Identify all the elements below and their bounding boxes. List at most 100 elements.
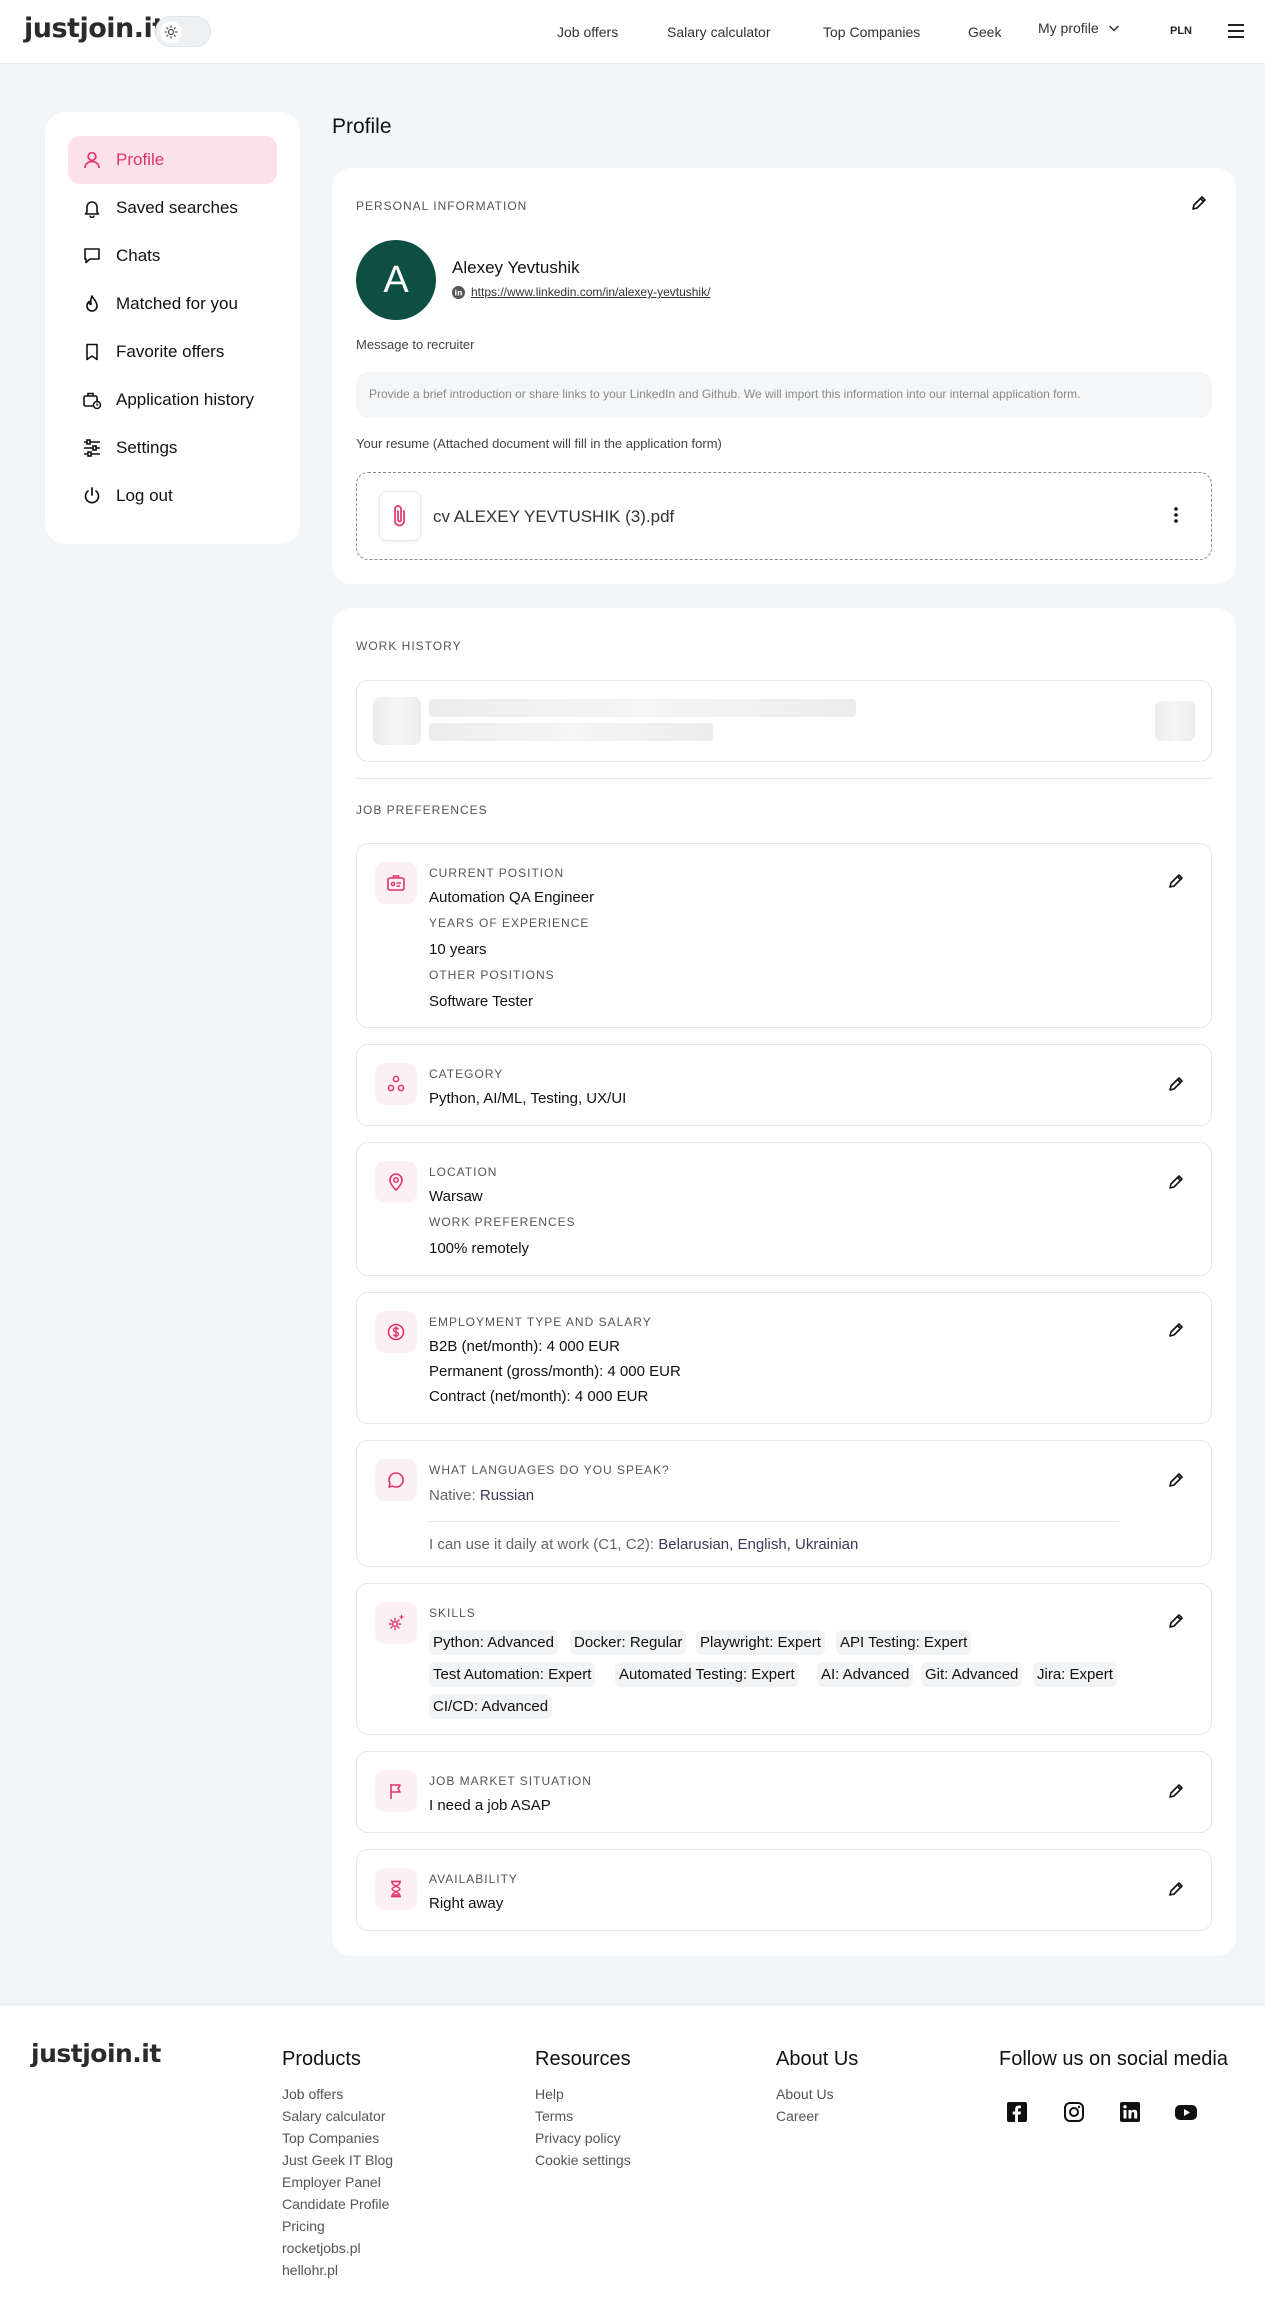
sidebar-item-label: Matched for you (116, 294, 238, 313)
footer-link[interactable]: Career (776, 2108, 819, 2124)
footer-link[interactable]: rocketjobs.pl (282, 2240, 361, 2256)
edit-languages-icon[interactable] (1167, 1471, 1185, 1489)
current-position-value: Automation QA Engineer (429, 889, 595, 906)
skill-chip: Git: Advanced (921, 1662, 1023, 1687)
sidebar-item-matched[interactable]: Matched for you (68, 280, 277, 328)
pref-job-market: JOB MARKET SITUATION I need a job ASAP (356, 1751, 1212, 1833)
footer-link[interactable]: Top Companies (282, 2130, 379, 2146)
dollar-icon (375, 1311, 417, 1353)
facebook-icon[interactable] (1006, 2101, 1028, 2123)
sidebar-item-label: Settings (116, 438, 178, 457)
pref-languages: WHAT LANGUAGES DO YOU SPEAK? Native: Rus… (356, 1440, 1212, 1567)
menu-icon[interactable] (1226, 23, 1246, 39)
skills-label: SKILLS (429, 1606, 476, 1620)
b2b-salary: B2B (net/month): 4 000 EUR (429, 1338, 620, 1355)
footer-link[interactable]: hellohr.pl (282, 2262, 338, 2278)
native-label: Native: (429, 1487, 476, 1504)
footer-resources-title: Resources (535, 2048, 631, 2070)
my-profile-menu[interactable]: My profile (1038, 20, 1121, 36)
sidebar-item-log-out[interactable]: Log out (68, 472, 277, 520)
work-preferences-label: WORK PREFERENCES (429, 1215, 576, 1229)
location-label: LOCATION (429, 1165, 498, 1179)
skill-chip: Test Automation: Expert (429, 1662, 596, 1687)
b2b-value: 4 000 EUR (546, 1338, 620, 1355)
sliders-icon (82, 438, 102, 458)
theme-toggle[interactable] (155, 16, 211, 47)
footer-products-title: Products (282, 2048, 361, 2070)
sidebar-item-application-history[interactable]: Application history (68, 376, 277, 424)
edit-job-market-icon[interactable] (1167, 1782, 1185, 1800)
sun-icon (160, 21, 182, 43)
edit-personal-icon[interactable] (1190, 194, 1208, 212)
native-value: Russian (479, 1487, 535, 1504)
job-market-value: I need a job ASAP (429, 1797, 551, 1814)
sidebar-item-settings[interactable]: Settings (68, 424, 277, 472)
skeleton-line (429, 723, 713, 741)
pref-location: LOCATION Warsaw WORK PREFERENCES 100% re… (356, 1142, 1212, 1276)
edit-skills-icon[interactable] (1167, 1612, 1185, 1630)
footer-link[interactable]: Help (535, 2086, 564, 2102)
sidebar-item-favorite-offers[interactable]: Favorite offers (68, 328, 277, 376)
footer-link[interactable]: Employer Panel (282, 2174, 381, 2190)
work-preferences-value: 100% remotely (429, 1240, 530, 1257)
resume-dropzone[interactable]: cv ALEXEY YEVTUSHIK (3).pdf (356, 472, 1212, 560)
edit-category-icon[interactable] (1167, 1075, 1185, 1093)
resume-file-name[interactable]: cv ALEXEY YEVTUSHIK (3).pdf (433, 507, 674, 527)
message-to-recruiter-field[interactable]: Provide a brief introduction or share li… (356, 372, 1212, 418)
category-icon (375, 1063, 417, 1105)
bookmark-icon (82, 342, 102, 362)
nav-job-offers[interactable]: Job offers (557, 24, 618, 40)
sidebar-item-profile[interactable]: Profile (68, 136, 277, 184)
footer-link[interactable]: Job offers (282, 2086, 343, 2102)
work-history-title: WORK HISTORY (356, 639, 462, 653)
more-options-icon[interactable] (1173, 505, 1179, 525)
gear-sparkle-icon (375, 1602, 417, 1644)
map-pin-icon (375, 1161, 417, 1203)
edit-location-icon[interactable] (1167, 1173, 1185, 1191)
youtube-icon[interactable] (1174, 2101, 1198, 2123)
daily-value: Belarusian, English, Ukrainian (658, 1536, 859, 1553)
footer-link[interactable]: Salary calculator (282, 2108, 386, 2124)
instagram-icon[interactable] (1063, 2101, 1085, 2123)
speech-bubble-icon (375, 1459, 417, 1501)
edit-position-icon[interactable] (1167, 872, 1185, 890)
logo[interactable]: justjoin.it (24, 13, 165, 44)
footer-link[interactable]: Just Geek IT Blog (282, 2152, 393, 2168)
years-label: YEARS OF EXPERIENCE (429, 916, 590, 930)
pref-category: CATEGORY Python, AI/ML, Testing, UX/UI (356, 1044, 1212, 1126)
nav-geek[interactable]: Geek (968, 24, 1001, 40)
footer-link[interactable]: Terms (535, 2108, 573, 2124)
linkedin-link[interactable]: in https://www.linkedin.com/in/alexey-ye… (452, 285, 710, 299)
footer-link[interactable]: Pricing (282, 2218, 325, 2234)
skeleton-block (1155, 701, 1195, 741)
currency-selector[interactable]: PLN (1170, 25, 1192, 37)
job-preferences-title: JOB PREFERENCES (356, 803, 488, 817)
edit-employment-icon[interactable] (1167, 1321, 1185, 1339)
linkedin-icon[interactable] (1119, 2101, 1141, 2123)
pref-skills: SKILLS Python: Advanced Docker: Regular … (356, 1583, 1212, 1735)
work-history-loading (356, 680, 1212, 762)
daily-languages: I can use it daily at work (C1, C2): Bel… (429, 1536, 858, 1553)
paperclip-icon (379, 491, 421, 541)
footer-link[interactable]: Cookie settings (535, 2152, 631, 2168)
id-card-icon (375, 862, 417, 904)
footer-logo[interactable]: justjoin.it (31, 2039, 161, 2068)
category-label: CATEGORY (429, 1067, 504, 1081)
permanent-value: 4 000 EUR (607, 1363, 681, 1380)
nav-top-companies[interactable]: Top Companies (823, 24, 920, 40)
sidebar-item-label: Profile (116, 150, 165, 169)
footer-link[interactable]: Privacy policy (535, 2130, 621, 2146)
footer-link[interactable]: Candidate Profile (282, 2196, 389, 2212)
sidebar-item-chats[interactable]: Chats (68, 232, 277, 280)
work-and-preferences-card: WORK HISTORY JOB PREFERENCES CURRENT POS… (332, 608, 1236, 1956)
nav-salary-calculator[interactable]: Salary calculator (667, 24, 771, 40)
skill-chip: AI: Advanced (817, 1662, 914, 1687)
permanent-salary: Permanent (gross/month): 4 000 EUR (429, 1363, 681, 1380)
skill-chip: Playwright: Expert (696, 1630, 825, 1655)
sidebar-item-saved-searches[interactable]: Saved searches (68, 184, 277, 232)
contract-salary: Contract (net/month): 4 000 EUR (429, 1388, 648, 1405)
top-header: justjoin.it Job offers Salary calculator… (0, 0, 1265, 64)
footer-link[interactable]: About Us (776, 2086, 834, 2102)
other-positions-label: OTHER POSITIONS (429, 968, 555, 982)
edit-availability-icon[interactable] (1167, 1880, 1185, 1898)
